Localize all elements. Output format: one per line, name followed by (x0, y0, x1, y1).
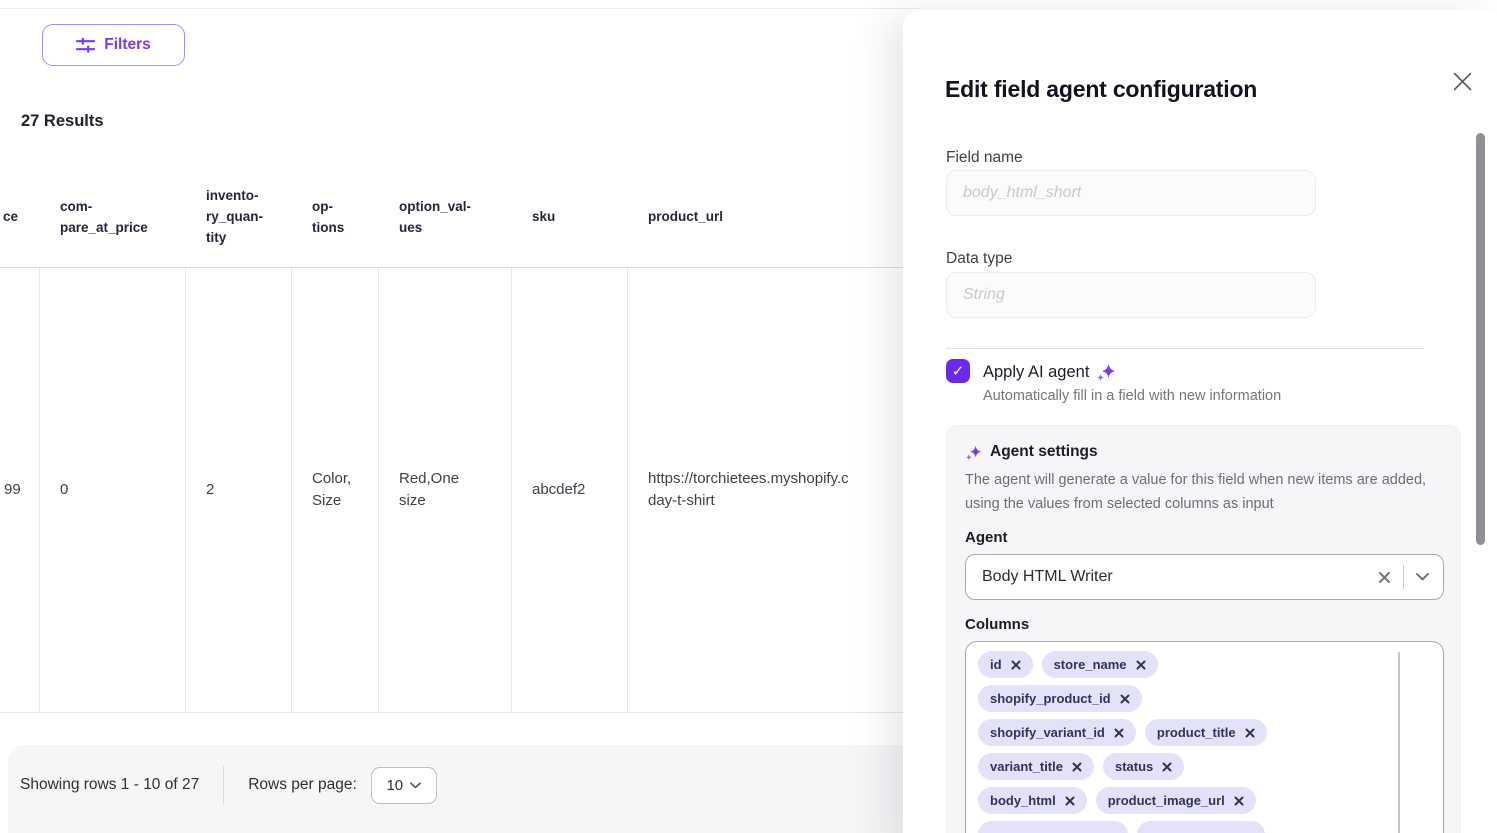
column-tag: shopify_variant_id (978, 719, 1136, 746)
chevron-down-icon (410, 782, 421, 789)
chevron-down-icon (1416, 573, 1429, 581)
remove-tag-icon[interactable] (1065, 796, 1075, 806)
apply-ai-agent-checkbox[interactable]: ✓ (946, 359, 970, 383)
data-type-input[interactable] (946, 272, 1316, 318)
column-header: product_url (628, 168, 910, 268)
column-header: option_val- ues (379, 168, 512, 268)
apply-ai-agent-label: Apply AI agent (983, 363, 1089, 382)
table-cell: Red,One size (379, 268, 512, 713)
sparkles-icon (1096, 362, 1116, 382)
close-button[interactable] (1449, 68, 1475, 94)
column-header: invento- ry_quan- tity (186, 168, 292, 268)
rows-per-page-value: 10 (386, 777, 403, 794)
table-cell: 0 (40, 268, 186, 713)
results-count: 27 Results (21, 112, 104, 131)
agent-settings-card: Agent settings The agent will generate a… (946, 425, 1461, 833)
table-row-partial (0, 713, 910, 745)
remove-tag-icon[interactable] (1136, 660, 1146, 670)
column-tag-partial (978, 821, 1128, 833)
column-tag: product_image_url (1096, 787, 1256, 814)
rows-per-page-select[interactable]: 10 (371, 767, 437, 804)
close-icon (1453, 72, 1472, 91)
panel-scrollbar-thumb[interactable] (1476, 133, 1485, 545)
table-cell: 2 (186, 268, 292, 713)
agent-label: Agent (965, 529, 1442, 546)
sparkles-icon (965, 444, 982, 461)
footer-divider (223, 766, 224, 804)
column-tag: id (978, 651, 1033, 678)
table-footer: Showing rows 1 - 10 of 27 Rows per page:… (8, 745, 920, 833)
agent-settings-description: The agent will generate a value for this… (965, 468, 1435, 516)
column-header: ce (0, 168, 40, 268)
column-tag: product_title (1145, 719, 1267, 746)
column-header: op- tions (292, 168, 379, 268)
data-type-label: Data type (946, 250, 1012, 268)
checkmark-icon: ✓ (952, 364, 965, 379)
column-tag: variant_title (978, 753, 1094, 780)
remove-tag-icon[interactable] (1120, 694, 1130, 704)
filters-button-label: Filters (104, 36, 151, 54)
field-name-label: Field name (946, 149, 1023, 167)
remove-tag-icon[interactable] (1072, 762, 1082, 772)
table-cell: https://torchietees.myshopify.c day-t-sh… (628, 268, 910, 713)
section-divider (946, 348, 1424, 349)
column-tag: store_name (1042, 651, 1158, 678)
data-table: ce com- pare_at_price invento- ry_quan- … (0, 168, 910, 745)
remove-tag-icon[interactable] (1162, 762, 1172, 772)
rows-per-page-label: Rows per page: (248, 776, 357, 794)
edit-field-agent-drawer: Edit field agent configuration Field nam… (903, 10, 1497, 833)
column-header: sku (512, 168, 628, 268)
showing-rows-text: Showing rows 1 - 10 of 27 (20, 776, 199, 794)
agent-select-value: Body HTML Writer (982, 568, 1378, 586)
agent-select[interactable]: Body HTML Writer (965, 554, 1444, 600)
remove-tag-icon[interactable] (1011, 660, 1021, 670)
drawer-title: Edit field agent configuration (945, 76, 1257, 103)
agent-settings-title: Agent settings (990, 443, 1098, 461)
table-cell: Color, Size (292, 268, 379, 713)
column-tag: status (1103, 753, 1184, 780)
column-tag: body_html (978, 787, 1087, 814)
column-tag-partial (1137, 821, 1265, 833)
columns-scrollbar[interactable] (1398, 652, 1400, 833)
field-name-input[interactable] (946, 170, 1316, 216)
remove-tag-icon[interactable] (1234, 796, 1244, 806)
table-cell: abcdef2 (512, 268, 628, 713)
table-cell: 99 (0, 268, 40, 713)
filters-button[interactable]: Filters (42, 24, 185, 66)
clear-agent-icon[interactable] (1378, 571, 1391, 584)
filter-sliders-icon (76, 38, 95, 53)
apply-ai-agent-description: Automatically fill in a field with new i… (983, 388, 1281, 404)
columns-multiselect[interactable]: id store_name shopify_product_id (965, 641, 1444, 833)
top-divider (0, 8, 920, 9)
select-divider (1403, 565, 1404, 589)
remove-tag-icon[interactable] (1114, 728, 1124, 738)
columns-label: Columns (965, 616, 1442, 633)
column-tag: shopify_product_id (978, 685, 1142, 712)
column-header: com- pare_at_price (40, 168, 186, 268)
app-page: Filters 27 Results ce com- pare_at_price… (0, 0, 1497, 833)
remove-tag-icon[interactable] (1245, 728, 1255, 738)
